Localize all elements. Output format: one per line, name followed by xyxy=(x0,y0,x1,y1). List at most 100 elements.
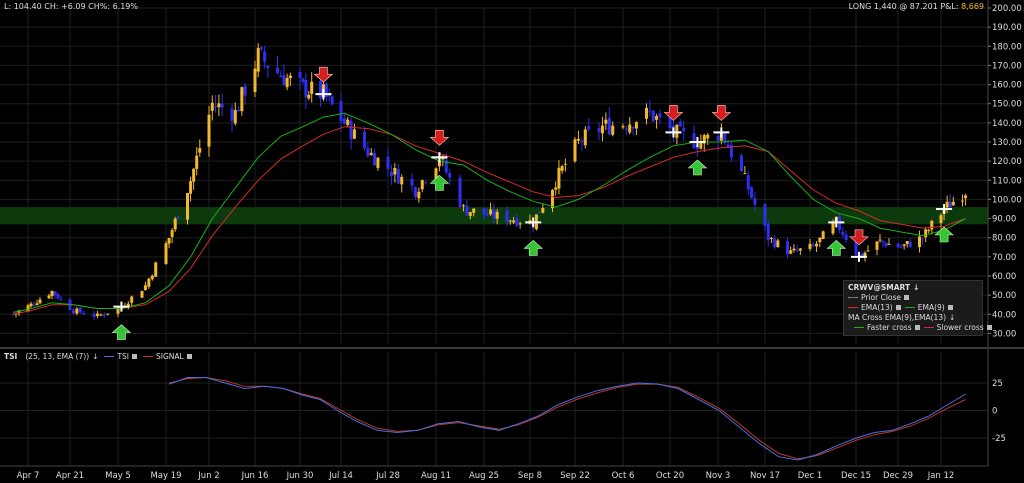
candle-body xyxy=(580,140,584,142)
toggle-checkbox xyxy=(914,325,920,330)
candle-body xyxy=(961,200,964,202)
candle-body xyxy=(465,205,469,215)
candle-body xyxy=(217,103,221,108)
candle-body xyxy=(233,110,237,124)
candle-body xyxy=(47,295,51,299)
candle-body xyxy=(78,307,82,313)
y-tick-label: 80.00 xyxy=(992,234,1016,244)
x-tick-label: Dec 1 xyxy=(798,471,823,481)
candle-body xyxy=(186,193,189,220)
candle-body xyxy=(256,47,260,72)
toggle-checkbox xyxy=(947,305,953,310)
candle-body xyxy=(789,250,793,254)
candle-body xyxy=(557,167,561,189)
candle-body xyxy=(811,244,815,247)
legend-prior-close[interactable]: Prior Close xyxy=(848,293,910,302)
candle-body xyxy=(841,231,845,235)
candle-body xyxy=(468,211,472,217)
candle-body xyxy=(792,248,796,251)
candle-body xyxy=(376,157,380,168)
tsi-tick-label: 0 xyxy=(992,407,997,417)
candle-body xyxy=(875,241,879,250)
candle-body xyxy=(554,187,558,190)
candle-body xyxy=(130,296,134,303)
slower-swatch xyxy=(923,327,934,328)
candle-body xyxy=(75,308,79,314)
candle-body xyxy=(393,167,397,175)
candle-body xyxy=(330,96,334,105)
candle-body xyxy=(310,81,314,94)
sell-arrow-icon xyxy=(663,105,684,121)
x-tick-label: Oct 20 xyxy=(656,471,684,481)
candle-body xyxy=(706,134,710,139)
x-tick-label: Jun 30 xyxy=(286,471,314,481)
candle-body xyxy=(147,278,151,287)
candle-body xyxy=(400,176,404,185)
candle-body xyxy=(140,291,144,298)
candle-body xyxy=(195,155,199,169)
candle-body xyxy=(815,243,819,247)
candle-body xyxy=(210,102,214,111)
legend-crosses[interactable]: Faster cross Slower cross xyxy=(854,323,992,332)
candle-body xyxy=(410,178,414,186)
y-tick-label: 110.00 xyxy=(992,176,1022,186)
legend-ma-cross[interactable]: MA Cross EMA(9),EMA(13) ↓ xyxy=(848,313,955,322)
candle-body xyxy=(237,109,241,112)
time-axis: Apr 7 Apr 21 May 5 May 19 Jun 2 Jun 16 Jun 30 J… xyxy=(0,465,988,481)
y-tick-label: 180.00 xyxy=(992,42,1022,52)
candle-body xyxy=(551,189,554,209)
candle-body xyxy=(424,182,428,184)
candle-body xyxy=(651,110,655,122)
candle-body xyxy=(951,201,955,206)
candle-body xyxy=(881,240,885,243)
y-tick-label: 70.00 xyxy=(992,253,1016,263)
x-tick-label: Nov 17 xyxy=(750,471,780,481)
tsi-legend[interactable]: TSI (25, 13, EMA (7)) ↓ TSI SIGNAL xyxy=(4,352,192,361)
candle-body xyxy=(538,212,542,214)
candle-body xyxy=(32,304,36,306)
x-tick-label: Sep 8 xyxy=(518,471,542,481)
x-tick-label: Dec 15 xyxy=(841,471,871,481)
candle-body xyxy=(346,119,350,125)
y-tick-label: 130.00 xyxy=(992,138,1022,148)
candle-body xyxy=(740,155,743,171)
x-tick-label: May 19 xyxy=(150,471,181,481)
y-tick-label: 60.00 xyxy=(992,272,1016,282)
x-tick-label: May 5 xyxy=(105,471,131,481)
candle-body xyxy=(307,94,311,99)
candle-body xyxy=(99,314,103,316)
candle-body xyxy=(492,209,496,219)
candle-body xyxy=(918,236,921,248)
tsi-line xyxy=(168,377,966,461)
y-tick-label: 40.00 xyxy=(992,310,1016,320)
position-label: LONG 1,440 @ 87.201 P&L: xyxy=(848,2,962,11)
chart-legend[interactable]: CRWV@SMART ↓ Prior Close EMA(13) EMA(9) MA… xyxy=(843,280,992,336)
candle-body xyxy=(776,240,780,247)
candle-body xyxy=(173,218,177,230)
tsi-name: TSI xyxy=(4,352,18,361)
candle-body xyxy=(192,168,196,182)
candle-body xyxy=(485,213,489,216)
buy-arrow-icon xyxy=(826,239,847,256)
candle-body xyxy=(541,208,545,213)
candle-body xyxy=(655,116,659,120)
candle-body xyxy=(92,313,96,317)
candle-body xyxy=(763,203,767,227)
candle-body xyxy=(948,201,952,208)
x-tick-label: Dec 29 xyxy=(883,471,913,481)
dropdown-icon: ↓ xyxy=(92,352,99,361)
candle-body xyxy=(607,117,611,135)
candle-body xyxy=(56,294,60,299)
candle-body xyxy=(230,108,234,121)
candle-body xyxy=(263,51,267,62)
candle-body xyxy=(279,75,283,78)
x-tick-label: Apr 7 xyxy=(17,471,40,481)
legend-ema[interactable]: EMA(13) EMA(9) xyxy=(848,303,953,312)
candle-body xyxy=(495,211,499,219)
ema9-swatch xyxy=(904,307,915,308)
candle-body xyxy=(773,238,777,248)
candle-body xyxy=(342,118,346,124)
y-tick-label: 50.00 xyxy=(992,291,1016,301)
legend-title[interactable]: CRWV@SMART ↓ xyxy=(848,283,919,292)
candle-body xyxy=(905,241,909,245)
